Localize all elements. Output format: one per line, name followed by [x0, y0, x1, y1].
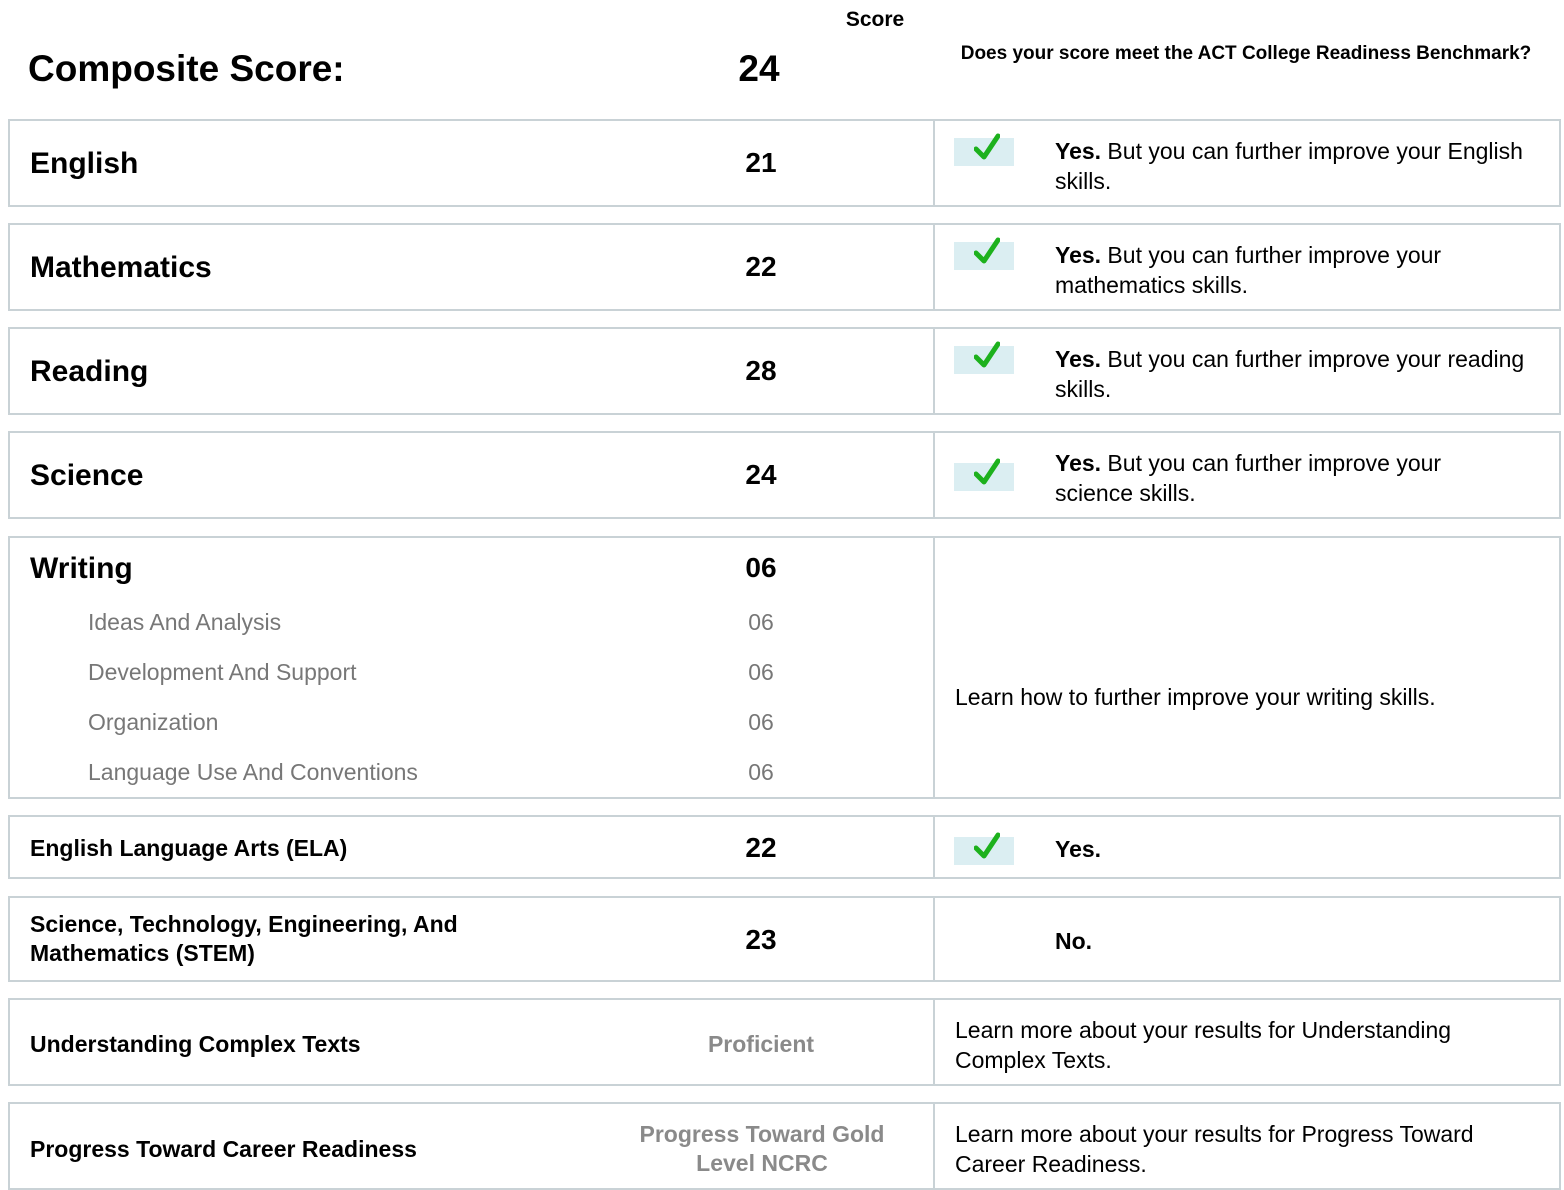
writing-domain-score: 06 [748, 709, 774, 735]
benchmark-detail: But you can further improve your mathema… [1055, 242, 1442, 298]
subject-label: Science, Technology, Engineering, And Ma… [30, 911, 458, 966]
writing-domain-label: Organization [88, 709, 219, 735]
score-row-science: Science 24 Yes. But you can further impr… [8, 431, 1561, 519]
subject-label: Mathematics [30, 251, 212, 284]
check-icon [954, 832, 1014, 865]
subject-score: 28 [745, 355, 777, 386]
score-row-ela: English Language Arts (ELA) 22 Yes. [8, 815, 1561, 879]
check-icon [954, 237, 1014, 270]
column-divider [933, 121, 935, 205]
score-column-header: Score [845, 8, 905, 31]
benchmark-detail: But you can further improve your English… [1055, 138, 1523, 194]
check-icon [954, 341, 1014, 374]
score-row-mathematics: Mathematics 22 Yes. But you can further … [8, 223, 1561, 311]
subject-label: Reading [30, 355, 149, 388]
benchmark-answer: Yes. [1055, 346, 1102, 372]
benchmark-message: Yes. But you can further improve your ma… [1055, 241, 1525, 301]
subject-score: 21 [745, 147, 777, 178]
benchmark-column-header: Does your score meet the ACT College Rea… [960, 43, 1532, 64]
writing-improve-link[interactable]: Learn how to further improve your writin… [955, 683, 1535, 713]
proficiency-level: Proficient [707, 1031, 815, 1057]
subject-label: English [30, 147, 139, 180]
composite-score-value: 24 [738, 48, 780, 89]
subject-score: 06 [745, 552, 777, 583]
benchmark-answer: No. [1055, 928, 1093, 954]
column-divider [933, 433, 935, 517]
score-row-career-readiness: Progress Toward Career Readiness Progres… [8, 1102, 1561, 1190]
score-row-reading: Reading 28 Yes. But you can further impr… [8, 327, 1561, 415]
score-row-english: English 21 Yes. But you can further impr… [8, 119, 1561, 207]
score-row-stem: Science, Technology, Engineering, And Ma… [8, 896, 1561, 982]
benchmark-answer: Yes. [1055, 138, 1102, 164]
subject-score: 23 [745, 924, 777, 955]
benchmark-answer: Yes. [1055, 242, 1102, 268]
ncrc-level: Progress Toward Gold Level NCRC [639, 1121, 885, 1176]
uct-results-link[interactable]: Learn more about your results for Unders… [955, 1016, 1525, 1076]
check-icon [954, 458, 1014, 491]
writing-domain-score: 06 [748, 659, 774, 685]
benchmark-message: Yes. But you can further improve your sc… [1055, 449, 1525, 509]
column-divider [933, 538, 935, 797]
column-divider [933, 329, 935, 413]
writing-domain-label: Language Use And Conventions [88, 759, 418, 785]
column-divider [933, 898, 935, 980]
subject-label: English Language Arts (ELA) [30, 835, 348, 861]
subject-score: 24 [745, 459, 777, 490]
check-icon [954, 133, 1014, 166]
writing-domain-score: 06 [748, 759, 774, 785]
score-row-understanding-complex-texts: Understanding Complex Texts Proficient L… [8, 998, 1561, 1086]
benchmark-message: Yes. But you can further improve your re… [1055, 345, 1525, 405]
composite-score-label: Composite Score: [28, 48, 345, 89]
column-divider [933, 817, 935, 877]
subject-score: 22 [745, 251, 777, 282]
writing-domain-label: Development And Support [88, 659, 357, 685]
benchmark-message: Yes. But you can further improve your En… [1055, 137, 1525, 197]
column-divider [933, 225, 935, 309]
subject-label: Writing [30, 552, 133, 585]
column-divider [933, 1104, 935, 1188]
subject-label: Progress Toward Career Readiness [30, 1136, 417, 1162]
benchmark-answer: Yes. [1055, 450, 1102, 476]
benchmark-answer: Yes. [1055, 836, 1102, 862]
subject-score: 22 [745, 832, 777, 863]
writing-domain-score: 06 [748, 609, 774, 635]
score-row-writing: Writing 06 Ideas And Analysis 06 Develop… [8, 536, 1561, 799]
benchmark-detail: But you can further improve your reading… [1055, 346, 1525, 402]
benchmark-message: No. [1055, 927, 1525, 957]
subject-label: Science [30, 459, 144, 492]
column-divider [933, 1000, 935, 1084]
benchmark-detail: But you can further improve your science… [1055, 450, 1442, 506]
subject-label: Understanding Complex Texts [30, 1031, 361, 1057]
writing-domain-label: Ideas And Analysis [88, 609, 282, 635]
benchmark-message: Yes. [1055, 835, 1525, 865]
career-results-link[interactable]: Learn more about your results for Progre… [955, 1120, 1495, 1180]
